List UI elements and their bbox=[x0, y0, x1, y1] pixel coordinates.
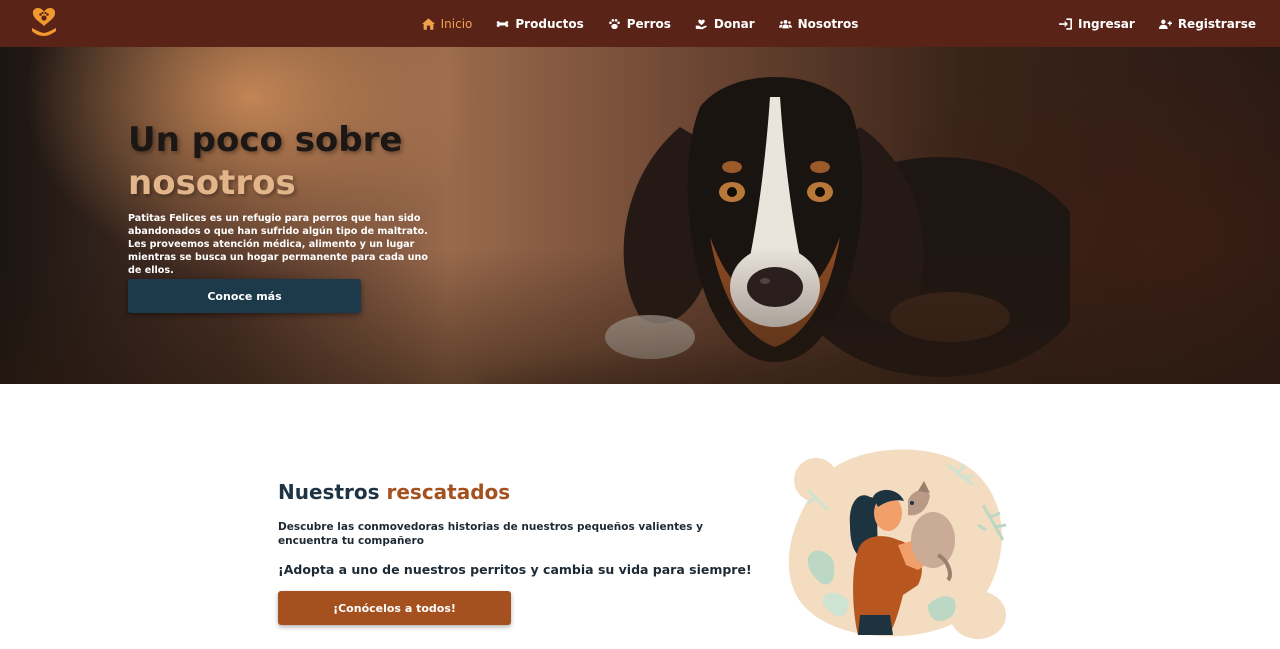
hero-title-line1: Un poco sobre bbox=[128, 120, 403, 160]
users-icon bbox=[778, 19, 792, 28]
paw-heart-logo-icon[interactable] bbox=[30, 6, 58, 38]
paw-icon bbox=[608, 18, 620, 29]
register-link[interactable]: Registrarse bbox=[1158, 16, 1256, 31]
nav-link-label: Donar bbox=[713, 16, 755, 31]
hero-description: Patitas Felices es un refugio para perro… bbox=[128, 213, 428, 276]
nav-link-label: Nosotros bbox=[797, 16, 859, 31]
hero-title: Un poco sobre nosotros bbox=[128, 119, 402, 205]
nav-link-label: Productos bbox=[515, 16, 584, 31]
nav-link-donar[interactable]: Donar bbox=[695, 17, 755, 31]
meet-all-button[interactable]: ¡Conócelos a todos! bbox=[278, 591, 511, 625]
nav-link-productos[interactable]: Productos bbox=[496, 16, 584, 31]
hero-banner: Un poco sobre nosotros Patitas Felices e… bbox=[0, 47, 1280, 384]
nav-link-perros[interactable]: Perros bbox=[608, 17, 671, 31]
adopt-cta-text: ¡Adopta a uno de nuestros perritos y cam… bbox=[278, 562, 752, 577]
login-link[interactable]: Ingresar bbox=[1059, 17, 1135, 31]
nav-link-inicio[interactable]: Inicio bbox=[421, 16, 473, 31]
user-plus-icon bbox=[1158, 19, 1172, 29]
navbar: Inicio Productos Perros Donar Nosotros I… bbox=[0, 0, 1280, 47]
sign-in-icon bbox=[1059, 17, 1072, 30]
section-title-part1: Nuestros bbox=[278, 480, 387, 504]
hand-heart-icon bbox=[695, 19, 708, 29]
hero-title-accent: nosotros bbox=[128, 163, 296, 203]
register-label: Registrarse bbox=[1177, 16, 1256, 31]
section-title: Nuestros rescatados bbox=[278, 480, 510, 504]
home-icon bbox=[421, 17, 435, 30]
woman-hugging-dog-illustration bbox=[788, 449, 1007, 639]
nav-link-nosotros[interactable]: Nosotros bbox=[778, 16, 859, 31]
learn-more-button[interactable]: Conoce más bbox=[128, 279, 361, 313]
section-title-accent: rescatados bbox=[386, 480, 511, 504]
nav-link-label: Perros bbox=[626, 16, 671, 31]
nav-link-label: Inicio bbox=[440, 16, 473, 31]
login-label: Ingresar bbox=[1078, 16, 1135, 31]
section-description: Descubre las conmovedoras historias de n… bbox=[278, 521, 703, 547]
bone-icon bbox=[497, 20, 509, 27]
